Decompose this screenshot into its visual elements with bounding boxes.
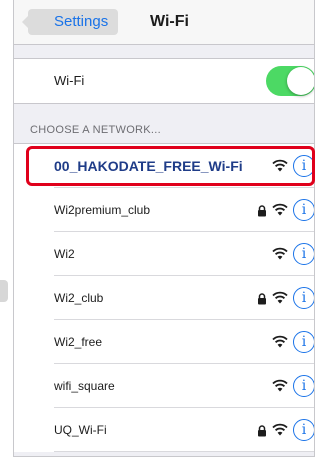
wifi-signal-icon	[272, 423, 288, 436]
info-icon[interactable]: i	[293, 199, 314, 221]
network-list: 00_HAKODATE_FREE_Wi-Fi i Wi2premium_club…	[14, 143, 314, 452]
page-title: Wi-Fi	[150, 13, 189, 30]
info-icon[interactable]: i	[293, 375, 314, 397]
wifi-settings-screen: Settings Wi-Fi Wi-Fi CHOOSE A NETWORK...…	[13, 0, 315, 457]
wifi-toggle-row: Wi-Fi	[14, 58, 314, 104]
network-row[interactable]: Wi2premium_club i	[14, 188, 314, 232]
wifi-toggle-label: Wi-Fi	[54, 73, 85, 88]
lock-icon	[258, 205, 266, 217]
back-button-label: Settings	[54, 13, 109, 30]
info-icon[interactable]: i	[293, 287, 314, 309]
wifi-signal-icon	[272, 291, 288, 304]
network-name: UQ_Wi-Fi	[54, 423, 107, 437]
network-name: wifi_square	[54, 379, 115, 393]
toggle-knob[interactable]	[287, 67, 314, 95]
lock-icon	[258, 425, 266, 437]
decorative-tab	[0, 280, 8, 302]
network-row[interactable]: Wi2 i	[14, 232, 314, 276]
network-row[interactable]: UQ_Wi-Fi i	[14, 408, 314, 452]
network-row[interactable]: wifi_square i	[14, 364, 314, 408]
network-name: Wi2_club	[54, 291, 104, 305]
network-name: Wi2	[54, 247, 75, 261]
highlight-annotation-frame	[26, 146, 315, 186]
wifi-signal-icon	[272, 203, 288, 216]
network-name: Wi2_free	[54, 335, 103, 349]
info-icon[interactable]: i	[293, 331, 314, 353]
settings-back-button[interactable]: Settings	[22, 9, 119, 35]
info-icon[interactable]: i	[293, 243, 314, 265]
wifi-toggle-switch[interactable]	[266, 66, 314, 96]
network-row[interactable]: Wi2_free i	[14, 320, 314, 364]
section-header: CHOOSE A NETWORK...	[30, 124, 161, 136]
network-row[interactable]: Wi2_club i	[14, 276, 314, 320]
info-icon[interactable]: i	[293, 419, 314, 441]
chevron-left-icon	[22, 12, 32, 32]
lock-icon	[258, 293, 266, 305]
wifi-signal-icon	[272, 247, 288, 260]
network-name: Wi2premium_club	[54, 203, 151, 217]
wifi-signal-icon	[272, 335, 288, 348]
wifi-signal-icon	[272, 379, 288, 392]
navigation-bar: Settings Wi-Fi	[14, 0, 314, 45]
